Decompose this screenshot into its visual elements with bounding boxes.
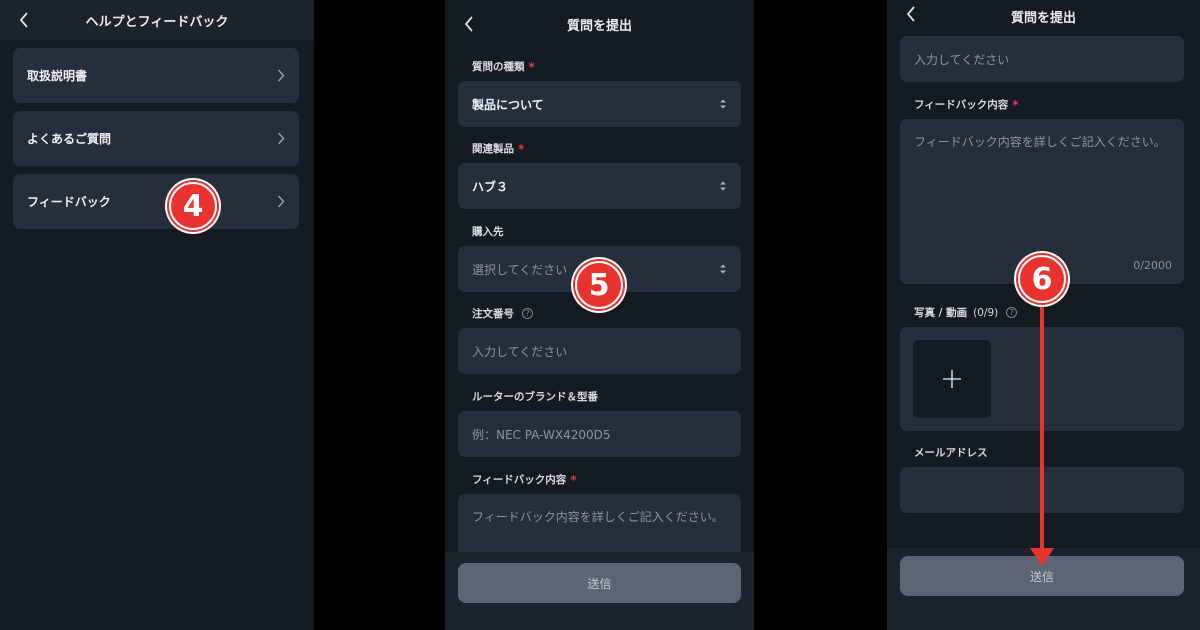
menu-item-label: フィードバック bbox=[27, 195, 111, 209]
menu-item-label: 取扱説明書 bbox=[27, 69, 88, 83]
step-number: 6 bbox=[1018, 255, 1066, 303]
question-type-select[interactable]: 製品について bbox=[458, 81, 741, 127]
related-product-select[interactable]: ハブ３ bbox=[458, 163, 741, 209]
label-text: 注文番号 bbox=[472, 308, 514, 320]
arrow-down-line bbox=[1040, 306, 1044, 556]
step-number: 4 bbox=[169, 182, 217, 230]
header: 質問を提出 bbox=[445, 0, 754, 48]
menu-item-faq[interactable]: よくあるご質問 bbox=[13, 111, 299, 166]
question-type-label: 質問の種類 * bbox=[472, 59, 535, 74]
feedback-label: フィードバック内容 * bbox=[472, 472, 577, 487]
step-number: 5 bbox=[575, 261, 623, 309]
textarea-placeholder: フィードバック内容を詳しくご記入ください。 bbox=[914, 135, 1166, 149]
page-title: 質問を提出 bbox=[566, 18, 632, 34]
text-input[interactable]: 入力してください bbox=[900, 36, 1184, 82]
order-number-label: 注文番号 ? bbox=[472, 306, 533, 321]
feedback-label: フィードバック内容 * bbox=[914, 97, 1019, 112]
related-product-label: 関連製品 * bbox=[472, 141, 524, 156]
chevron-right-icon bbox=[277, 69, 285, 82]
submit-button[interactable]: 送信 bbox=[458, 563, 741, 603]
input-placeholder: 入力してください bbox=[472, 344, 568, 359]
plus-icon bbox=[943, 370, 961, 388]
menu-item-label: よくあるご質問 bbox=[27, 132, 112, 146]
textarea-placeholder: フィードバック内容を詳しくご記入ください。 bbox=[472, 510, 724, 524]
step-6-badge: 6 bbox=[1014, 251, 1070, 307]
updown-chevron-icon bbox=[720, 264, 726, 274]
menu-item-feedback[interactable]: フィードバック bbox=[13, 174, 299, 229]
label-text: 質問の種類 bbox=[472, 61, 525, 73]
select-value: ハブ３ bbox=[472, 179, 509, 194]
step-5-badge: 5 bbox=[571, 257, 627, 313]
label-text: フィードバック内容 bbox=[914, 99, 1009, 111]
menu-item-manual[interactable]: 取扱説明書 bbox=[13, 48, 299, 103]
chevron-right-icon bbox=[277, 195, 285, 208]
required-mark: * bbox=[528, 59, 535, 74]
add-photo-button[interactable] bbox=[913, 340, 991, 418]
purchase-place-label: 購入先 bbox=[472, 226, 504, 238]
email-label: メールアドレス bbox=[914, 447, 988, 459]
submit-question-screen: 質問を提出 質問の種類 * 製品について 関連製品 * ハブ３ 購入先 選択してくだ… bbox=[445, 0, 754, 630]
order-number-input[interactable]: 入力してください bbox=[458, 328, 741, 374]
input-placeholder: 入力してください bbox=[914, 52, 1010, 67]
arrow-down-icon bbox=[1030, 548, 1054, 566]
updown-chevron-icon bbox=[720, 181, 726, 191]
required-mark: * bbox=[570, 472, 577, 487]
photo-count: (0/9) bbox=[973, 306, 999, 319]
router-model-input[interactable]: 例：NEC PA-WX4200D5 bbox=[458, 411, 741, 457]
required-mark: * bbox=[518, 141, 525, 156]
label-text: 関連製品 bbox=[472, 143, 514, 155]
page-title: ヘルプとフィードバック bbox=[85, 14, 229, 30]
required-mark: * bbox=[1012, 97, 1019, 112]
updown-chevron-icon bbox=[720, 99, 726, 109]
help-feedback-screen: ヘルプとフィードバック 取扱説明書 よくあるご質問 フィードバック bbox=[0, 0, 314, 630]
header: ヘルプとフィードバック bbox=[0, 0, 314, 40]
character-counter: 0/2000 bbox=[1133, 259, 1172, 272]
label-text: フィードバック内容 bbox=[472, 474, 567, 486]
label-text: 写真 / 動画 bbox=[914, 307, 968, 319]
step-4-badge: 4 bbox=[165, 178, 221, 234]
router-model-label: ルーターのブランド＆型番 bbox=[472, 391, 598, 403]
photos-label: 写真 / 動画 (0/9) ? bbox=[914, 305, 1018, 320]
select-value: 製品について bbox=[472, 97, 544, 112]
help-icon[interactable]: ? bbox=[522, 308, 533, 319]
bottom-bar: 送信 bbox=[445, 552, 754, 630]
input-placeholder: 例：NEC PA-WX4200D5 bbox=[472, 427, 611, 442]
chevron-right-icon bbox=[277, 132, 285, 145]
help-icon[interactable]: ? bbox=[1006, 307, 1018, 318]
